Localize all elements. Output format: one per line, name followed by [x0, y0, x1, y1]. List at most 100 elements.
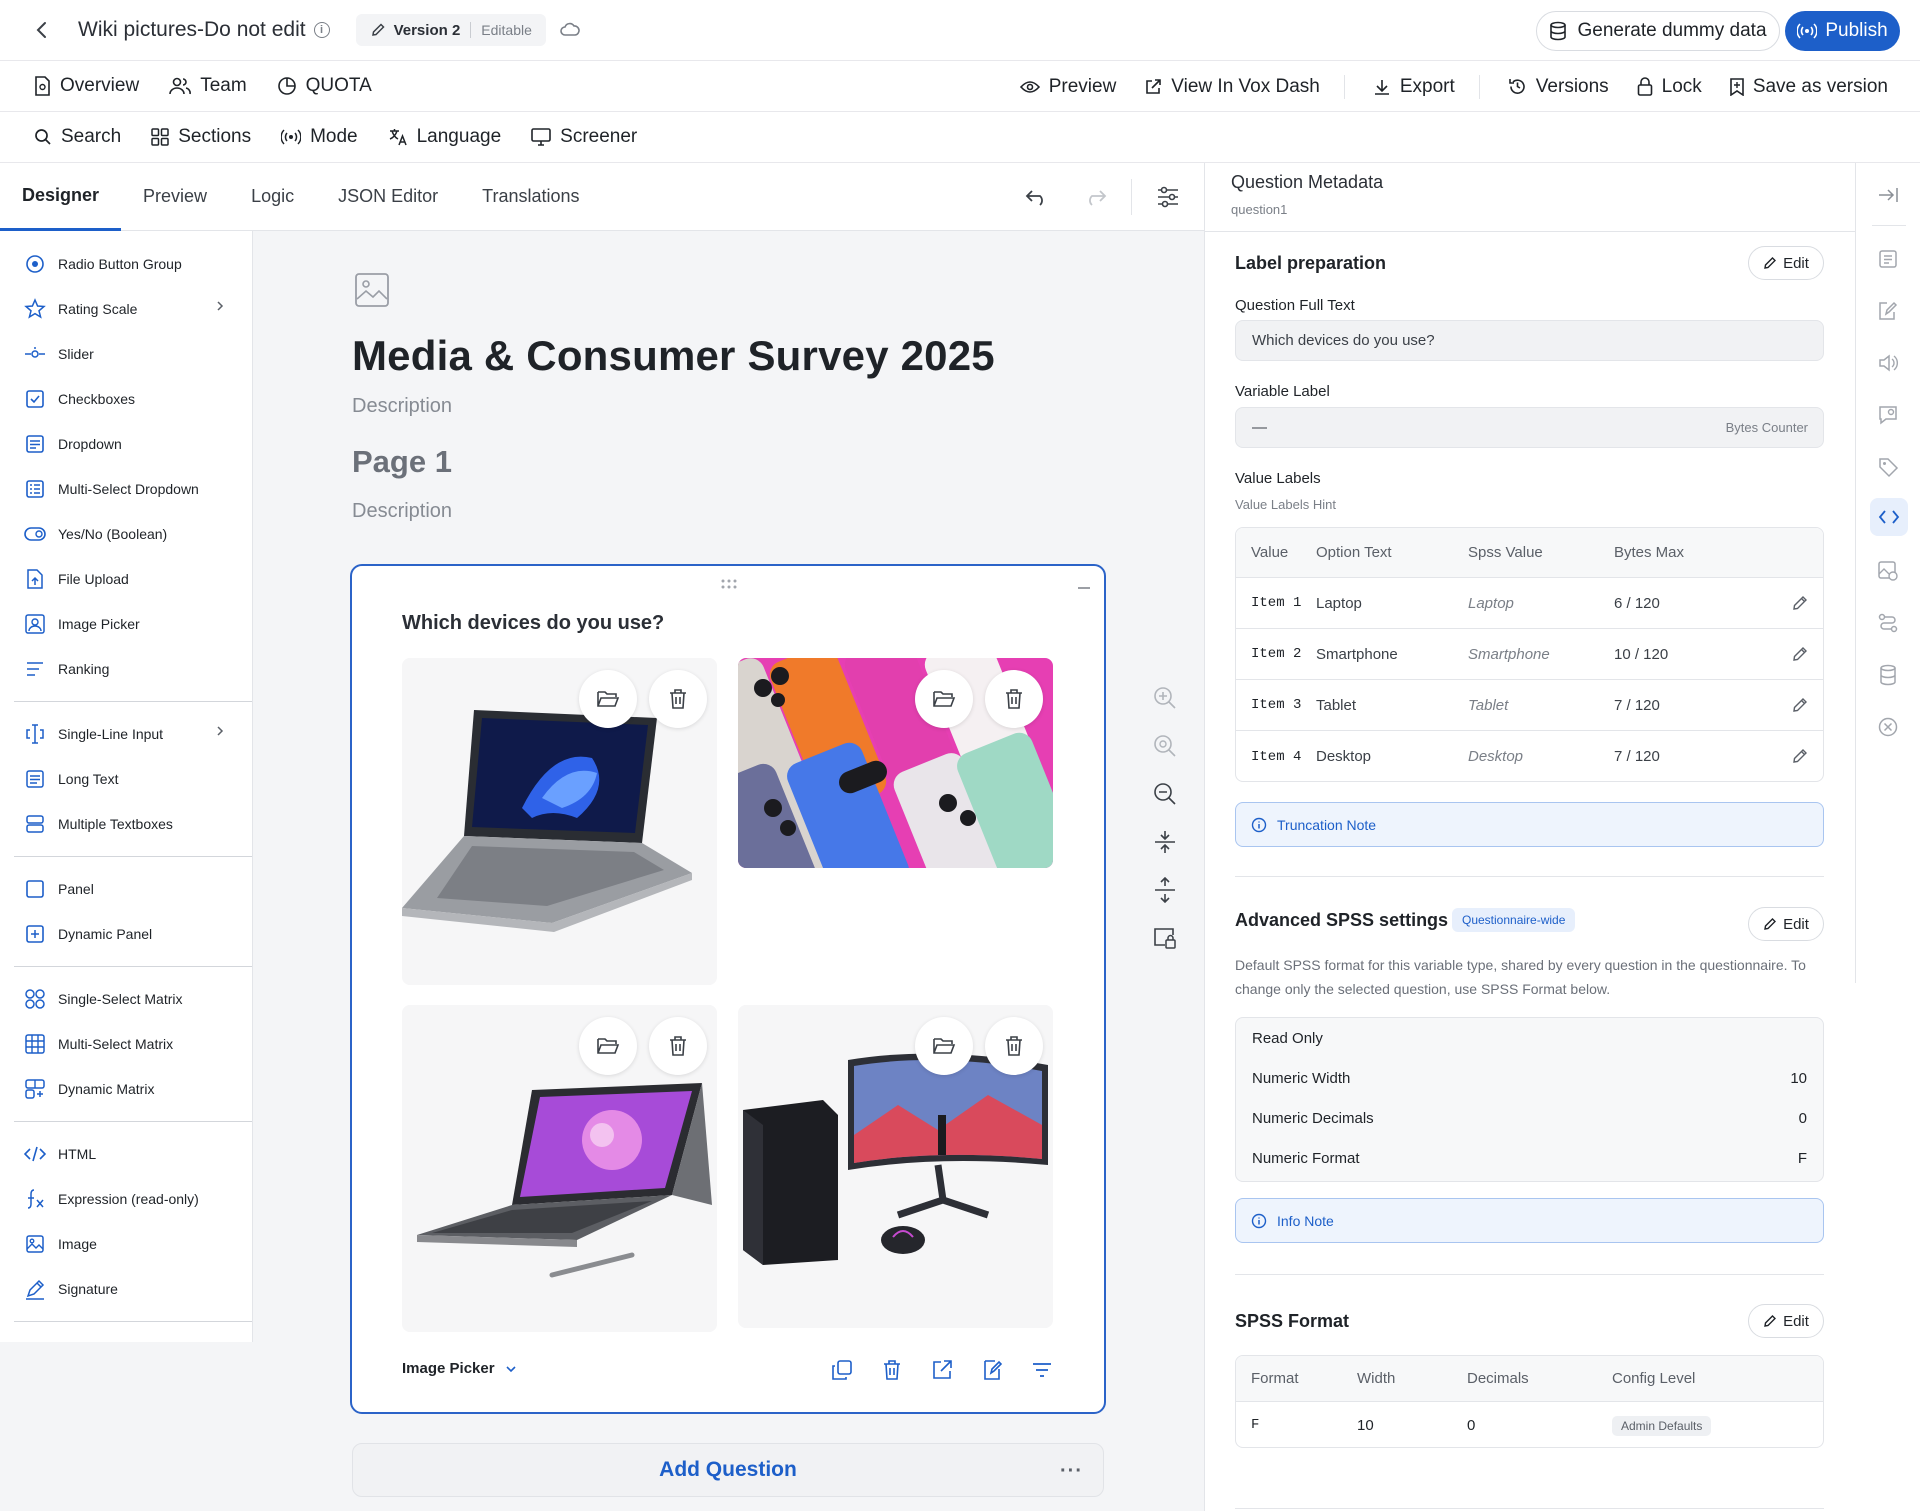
- toolbox-item-multiple-textboxes[interactable]: Multiple Textboxes: [0, 801, 252, 846]
- generate-dummy-data-button[interactable]: Generate dummy data: [1536, 11, 1780, 51]
- edit-document-icon[interactable]: [1876, 299, 1900, 323]
- nav-lock[interactable]: Lock: [1637, 76, 1702, 98]
- cloud-sync-icon[interactable]: [560, 21, 580, 39]
- collapse-panel-icon[interactable]: [1876, 183, 1900, 207]
- delete-image-button-1[interactable]: [649, 670, 707, 728]
- duplicate-icon[interactable]: [830, 1358, 854, 1382]
- toolbox-item-multi-select-dropdown[interactable]: Multi-Select Dropdown: [0, 466, 252, 511]
- tool-mode[interactable]: Mode: [281, 126, 358, 148]
- info-note[interactable]: Info Note: [1235, 1198, 1824, 1243]
- toolbox-item-file-upload[interactable]: File Upload: [0, 556, 252, 601]
- toolbox-item-expression[interactable]: Expression (read-only): [0, 1176, 252, 1221]
- image-settings-icon[interactable]: [1876, 559, 1900, 583]
- truncation-note[interactable]: Truncation Note: [1235, 802, 1824, 847]
- nav-versions[interactable]: Versions: [1508, 76, 1609, 98]
- close-circle-icon[interactable]: [1876, 715, 1900, 739]
- version-selector[interactable]: Version 2 Editable: [355, 14, 546, 46]
- toolbox-item-panel[interactable]: Panel: [0, 866, 252, 911]
- zoom-in-icon[interactable]: [1152, 685, 1178, 711]
- toolbox-item-rating-scale[interactable]: Rating Scale: [0, 286, 252, 331]
- tool-sections[interactable]: Sections: [151, 126, 251, 148]
- toolbox-item-single-line-input[interactable]: Single-Line Input: [0, 711, 252, 756]
- change-image-button-3[interactable]: [579, 1017, 637, 1075]
- full-text-field[interactable]: Which devices do you use?: [1235, 320, 1824, 361]
- question-type-selector[interactable]: Image Picker: [402, 1360, 517, 1377]
- spss-format-edit-button[interactable]: Edit: [1748, 1304, 1824, 1338]
- add-question-button[interactable]: Add Question ···: [352, 1443, 1104, 1497]
- nav-team[interactable]: Team: [169, 75, 247, 97]
- nav-quota[interactable]: QUOTA: [277, 75, 372, 97]
- question-title[interactable]: Which devices do you use?: [402, 612, 664, 635]
- toolbox-item-single-select-matrix[interactable]: Single-Select Matrix: [0, 976, 252, 1021]
- toolbox-item-image[interactable]: Image: [0, 1221, 252, 1266]
- nav-export[interactable]: Export: [1373, 76, 1455, 98]
- chevron-right-icon[interactable]: [216, 725, 224, 737]
- toolbox-item-image-picker[interactable]: Image Picker: [0, 601, 252, 646]
- delete-question-icon[interactable]: [880, 1358, 904, 1382]
- tool-screener[interactable]: Screener: [531, 126, 637, 148]
- survey-description[interactable]: Description: [352, 395, 452, 418]
- more-options-icon[interactable]: ···: [1060, 1460, 1083, 1483]
- zoom-out-icon[interactable]: [1152, 781, 1178, 807]
- tag-icon[interactable]: [1876, 455, 1900, 479]
- change-image-button-1[interactable]: [579, 670, 637, 728]
- nav-save-as-version[interactable]: Save as version: [1730, 76, 1888, 98]
- tab-preview[interactable]: Preview: [121, 163, 229, 231]
- nav-view-in-vox-dash[interactable]: View In Vox Dash: [1144, 76, 1320, 98]
- tab-logic[interactable]: Logic: [229, 163, 316, 231]
- publish-button[interactable]: Publish: [1785, 11, 1900, 51]
- nav-preview[interactable]: Preview: [1019, 76, 1116, 98]
- edit-row-pencil-icon[interactable]: [1792, 646, 1808, 662]
- advanced-spss-edit-button[interactable]: Edit: [1748, 907, 1824, 941]
- list-detail-icon[interactable]: [1876, 247, 1900, 271]
- page-description[interactable]: Description: [352, 500, 452, 523]
- edit-note-icon[interactable]: [980, 1358, 1004, 1382]
- toolbox-item-yes-no-boolean[interactable]: Yes/No (Boolean): [0, 511, 252, 556]
- toolbox-item-radio-button-group[interactable]: Radio Button Group: [0, 241, 252, 286]
- tab-translations[interactable]: Translations: [460, 163, 601, 231]
- toolbox-item-dynamic-matrix[interactable]: Dynamic Matrix: [0, 1066, 252, 1111]
- edit-row-pencil-icon[interactable]: [1792, 595, 1808, 611]
- toolbox-item-dynamic-panel[interactable]: Dynamic Panel: [0, 911, 252, 956]
- survey-logo-placeholder-icon[interactable]: [354, 272, 390, 308]
- change-image-button-4[interactable]: [915, 1017, 973, 1075]
- database-icon[interactable]: [1876, 663, 1900, 687]
- delete-image-button-4[interactable]: [985, 1017, 1043, 1075]
- toolbox-item-slider[interactable]: Slider: [0, 331, 252, 376]
- code-brackets-icon[interactable]: [1870, 498, 1908, 536]
- page-title[interactable]: Page 1: [352, 444, 452, 480]
- comment-gear-icon[interactable]: [1876, 403, 1900, 427]
- collapse-all-icon[interactable]: [1152, 829, 1178, 855]
- tab-designer[interactable]: Designer: [0, 163, 122, 231]
- redo-icon[interactable]: [1083, 188, 1107, 206]
- drag-handle-icon[interactable]: [720, 578, 738, 590]
- survey-title[interactable]: Media & Consumer Survey 2025: [352, 332, 995, 380]
- label-preparation-edit-button[interactable]: Edit: [1748, 246, 1824, 280]
- toolbox-item-ranking[interactable]: Ranking: [0, 646, 252, 691]
- back-arrow-icon[interactable]: [28, 16, 56, 44]
- info-icon[interactable]: i: [313, 22, 330, 38]
- toolbox-item-multi-select-matrix[interactable]: Multi-Select Matrix: [0, 1021, 252, 1066]
- lock-device-icon[interactable]: [1152, 925, 1178, 951]
- edit-row-pencil-icon[interactable]: [1792, 748, 1808, 764]
- delete-image-button-3[interactable]: [649, 1017, 707, 1075]
- change-image-button-2[interactable]: [915, 670, 973, 728]
- open-external-icon[interactable]: [930, 1358, 954, 1382]
- collapse-icon[interactable]: [1077, 586, 1091, 590]
- edit-row-pencil-icon[interactable]: [1792, 697, 1808, 713]
- speaker-icon[interactable]: [1876, 351, 1900, 375]
- tool-search[interactable]: Search: [34, 126, 121, 148]
- expand-all-icon[interactable]: [1152, 877, 1178, 903]
- variable-label-field[interactable]: — Bytes Counter: [1235, 407, 1824, 448]
- tab-json-editor[interactable]: JSON Editor: [316, 163, 460, 231]
- toolbox-item-signature[interactable]: Signature: [0, 1266, 252, 1311]
- toolbox-item-dropdown[interactable]: Dropdown: [0, 421, 252, 466]
- nav-overview[interactable]: Overview: [34, 75, 139, 97]
- tool-language[interactable]: Language: [388, 126, 501, 148]
- delete-image-button-2[interactable]: [985, 670, 1043, 728]
- toolbox-item-checkboxes[interactable]: Checkboxes: [0, 376, 252, 421]
- toolbox-item-long-text[interactable]: Long Text: [0, 756, 252, 801]
- chevron-right-icon[interactable]: [216, 300, 224, 312]
- toolbox-item-html[interactable]: HTML: [0, 1131, 252, 1176]
- flow-icon[interactable]: [1876, 611, 1900, 635]
